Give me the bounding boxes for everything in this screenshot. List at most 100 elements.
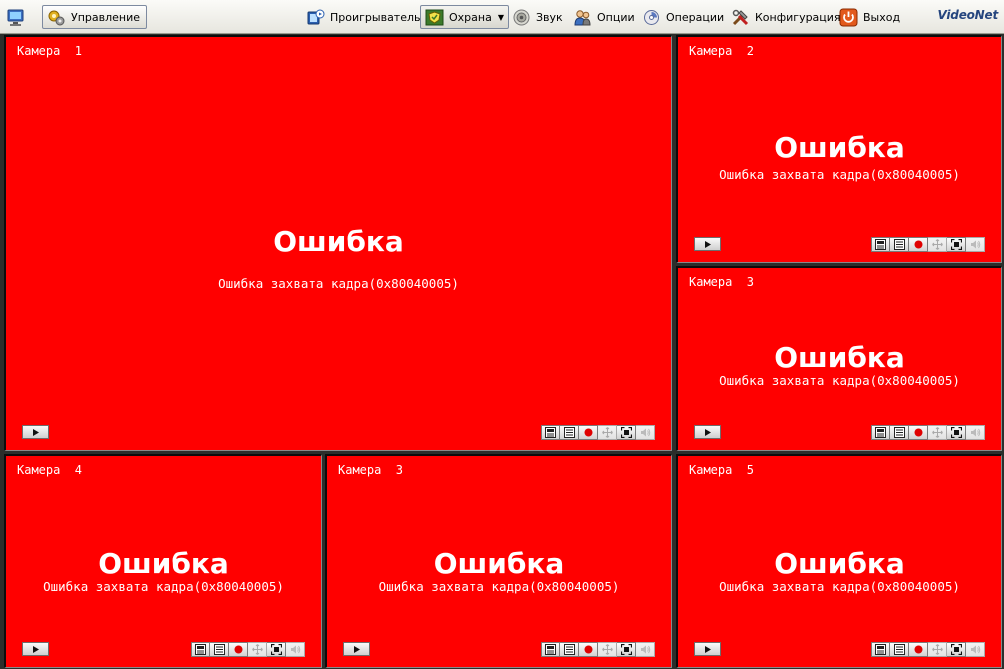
play-button[interactable] [22, 642, 49, 656]
layout-button[interactable] [871, 642, 890, 657]
camera-error-heading: Ошибка [273, 225, 404, 258]
list-button[interactable] [890, 237, 909, 252]
record-button[interactable] [579, 642, 598, 657]
users-icon [573, 8, 592, 27]
audio-icon [290, 645, 300, 654]
fullscreen-button[interactable] [947, 237, 966, 252]
ptz-icon [601, 644, 613, 655]
record-icon [584, 645, 592, 654]
fullscreen-button[interactable] [267, 642, 286, 657]
camera-title: Камера 5 [689, 463, 755, 477]
player-label: Проигрыватель [330, 10, 421, 24]
list-icon [893, 239, 905, 250]
camera-title: Камера 3 [338, 463, 404, 477]
camera-panel-4[interactable]: Камера 4 Ошибка Ошибка захвата кадра(0x8… [4, 454, 322, 668]
config-button[interactable]: Конфигурация [731, 5, 841, 29]
play-button[interactable] [22, 425, 49, 439]
audio-button[interactable] [966, 642, 985, 657]
play-button[interactable] [343, 642, 370, 656]
exit-button[interactable]: Выход [839, 5, 900, 29]
list-icon [213, 644, 225, 655]
record-icon [914, 240, 922, 249]
layout-button[interactable] [871, 237, 890, 252]
guard-dropdown[interactable]: Охрана ▼ [420, 5, 509, 29]
audio-button[interactable] [966, 425, 985, 440]
operations-label: Операции [666, 10, 725, 24]
fullscreen-icon [950, 239, 962, 250]
audio-icon [970, 428, 980, 437]
fullscreen-icon [620, 427, 632, 438]
fullscreen-button[interactable] [617, 425, 636, 440]
audio-icon [970, 645, 980, 654]
camera-panel-2[interactable]: Камера 2 Ошибка Ошибка захвата кадра(0x8… [676, 35, 1002, 263]
camera-panel-5[interactable]: Камера 3 Ошибка Ошибка захвата кадра(0x8… [325, 454, 672, 668]
camera-error-message: Ошибка захвата кадра(0x80040005) [378, 579, 620, 594]
list-button[interactable] [890, 642, 909, 657]
audio-button[interactable] [636, 642, 655, 657]
camera-controls [541, 642, 655, 657]
audio-button[interactable] [966, 237, 985, 252]
ptz-button[interactable] [598, 642, 617, 657]
ptz-icon [931, 644, 943, 655]
audio-button[interactable] [286, 642, 305, 657]
list-button[interactable] [560, 425, 579, 440]
ptz-button[interactable] [928, 425, 947, 440]
fullscreen-icon [270, 644, 282, 655]
list-button[interactable] [890, 425, 909, 440]
record-button[interactable] [579, 425, 598, 440]
player-button[interactable]: Проигрыватель [306, 5, 421, 29]
operations-button[interactable]: Операции [642, 5, 724, 29]
camera-error-heading: Ошибка [774, 547, 905, 580]
layout-icon [875, 427, 886, 438]
exit-label: Выход [863, 10, 901, 24]
ptz-icon [931, 427, 943, 438]
record-button[interactable] [229, 642, 248, 657]
speaker-icon [512, 8, 531, 27]
list-icon [893, 427, 905, 438]
sound-button[interactable]: Звук [512, 5, 563, 29]
camera-title: Камера 4 [17, 463, 83, 477]
layout-button[interactable] [871, 425, 890, 440]
ptz-button[interactable] [248, 642, 267, 657]
play-button[interactable] [694, 425, 721, 439]
layout-icon [875, 239, 886, 250]
camera-controls [871, 425, 985, 440]
fullscreen-icon [950, 427, 962, 438]
list-button[interactable] [560, 642, 579, 657]
list-icon [563, 427, 575, 438]
fullscreen-button[interactable] [947, 425, 966, 440]
ptz-button[interactable] [598, 425, 617, 440]
layout-button[interactable] [541, 642, 560, 657]
record-button[interactable] [909, 425, 928, 440]
gears-icon [642, 8, 661, 27]
record-button[interactable] [909, 237, 928, 252]
layout-button[interactable] [191, 642, 210, 657]
record-button[interactable] [909, 642, 928, 657]
fullscreen-button[interactable] [947, 642, 966, 657]
list-button[interactable] [210, 642, 229, 657]
ptz-button[interactable] [928, 642, 947, 657]
sound-label: Звук [536, 10, 563, 24]
brand-logo: VideoNet [937, 8, 999, 22]
camera-controls [871, 237, 985, 252]
camera-panel-6[interactable]: Камера 5 Ошибка Ошибка захвата кадра(0x8… [676, 454, 1002, 668]
ptz-button[interactable] [928, 237, 947, 252]
app-menu-button[interactable] [6, 5, 30, 29]
fullscreen-button[interactable] [617, 642, 636, 657]
chevron-down-icon: ▼ [497, 12, 504, 22]
audio-icon [640, 645, 650, 654]
layout-icon [195, 644, 206, 655]
fullscreen-icon [620, 644, 632, 655]
play-icon [32, 428, 39, 436]
camera-error-message: Ошибка захвата кадра(0x80040005) [218, 276, 459, 291]
options-button[interactable]: Опции [573, 5, 635, 29]
camera-panel-3[interactable]: Камера 3 Ошибка Ошибка захвата кадра(0x8… [676, 266, 1002, 451]
audio-button[interactable] [636, 425, 655, 440]
camera-panel-1[interactable]: Камера 1 Ошибка Ошибка захвата кадра(0x8… [4, 35, 672, 451]
layout-button[interactable] [541, 425, 560, 440]
play-button[interactable] [694, 237, 721, 251]
management-label: Управление [71, 10, 141, 24]
record-icon [234, 645, 242, 654]
management-button[interactable]: Управление [42, 5, 148, 29]
play-button[interactable] [694, 642, 721, 656]
